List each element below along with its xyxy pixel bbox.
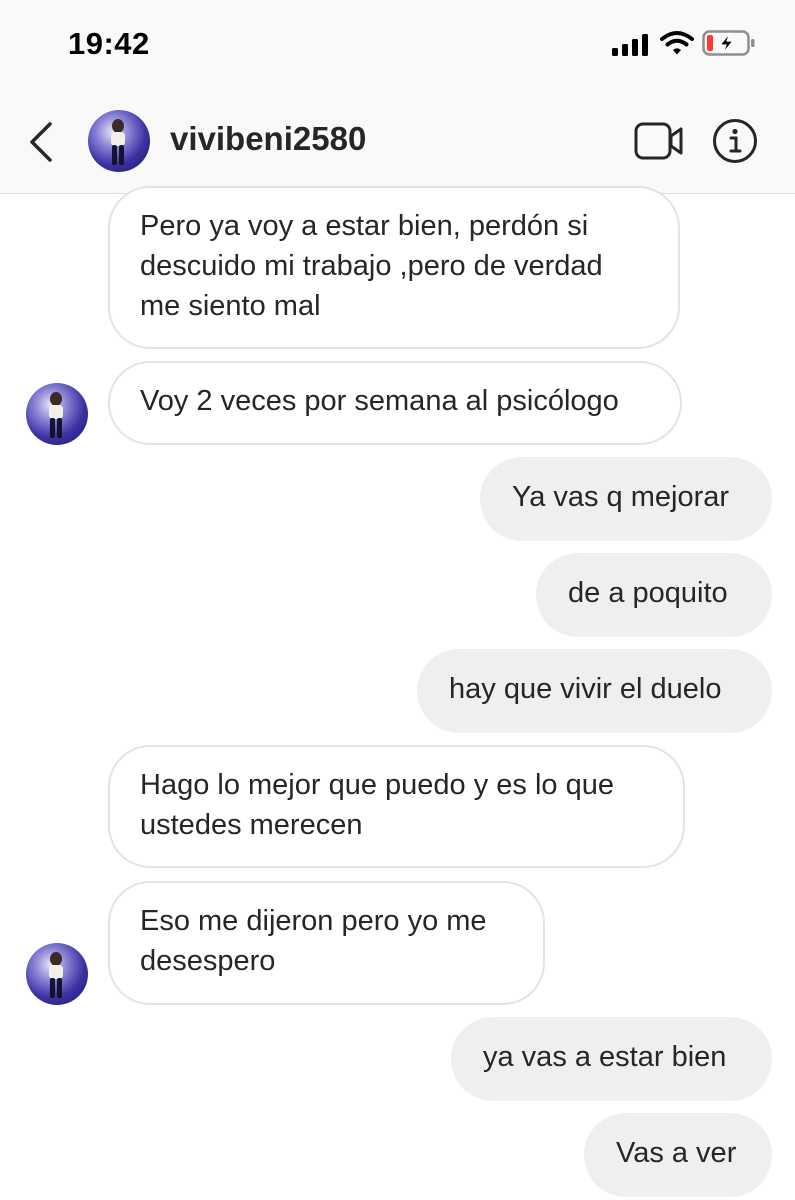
back-chevron-icon[interactable] (24, 120, 58, 164)
avatar-photo (49, 952, 63, 998)
battery-charging-icon (702, 30, 755, 56)
info-icon[interactable] (712, 118, 758, 164)
avatar-photo (49, 392, 63, 438)
message-bubble-received[interactable]: Eso me dijeron pero yo me desespero (108, 881, 545, 1005)
message-bubble-received[interactable]: Hago lo mejor que puedo y es lo que uste… (108, 745, 685, 868)
status-time: 19:42 (68, 26, 150, 61)
wifi-icon (660, 31, 694, 55)
status-bar: 19:42 (0, 0, 795, 90)
sender-avatar[interactable] (26, 383, 88, 445)
message-bubble-sent[interactable]: Ya vas q mejorar (480, 457, 772, 541)
message-bubble-sent[interactable]: ya vas a estar bien (451, 1017, 772, 1101)
avatar[interactable] (88, 110, 150, 172)
chat-header: vivibeni2580 (0, 90, 795, 194)
sender-avatar[interactable] (26, 943, 88, 1005)
cellular-signal-icon (612, 34, 648, 56)
chat-username[interactable]: vivibeni2580 (170, 120, 366, 158)
message-bubble-sent[interactable]: hay que vivir el duelo (417, 649, 772, 733)
video-call-icon[interactable] (634, 122, 684, 160)
message-bubble-sent[interactable]: de a poquito (536, 553, 772, 637)
avatar-photo (111, 119, 125, 165)
message-bubble-received[interactable]: Pero ya voy a estar bien, perdón si desc… (108, 186, 680, 349)
message-bubble-sent[interactable]: Vas a ver (584, 1113, 772, 1197)
message-bubble-received[interactable]: Voy 2 veces por semana al psicólogo (108, 361, 682, 445)
